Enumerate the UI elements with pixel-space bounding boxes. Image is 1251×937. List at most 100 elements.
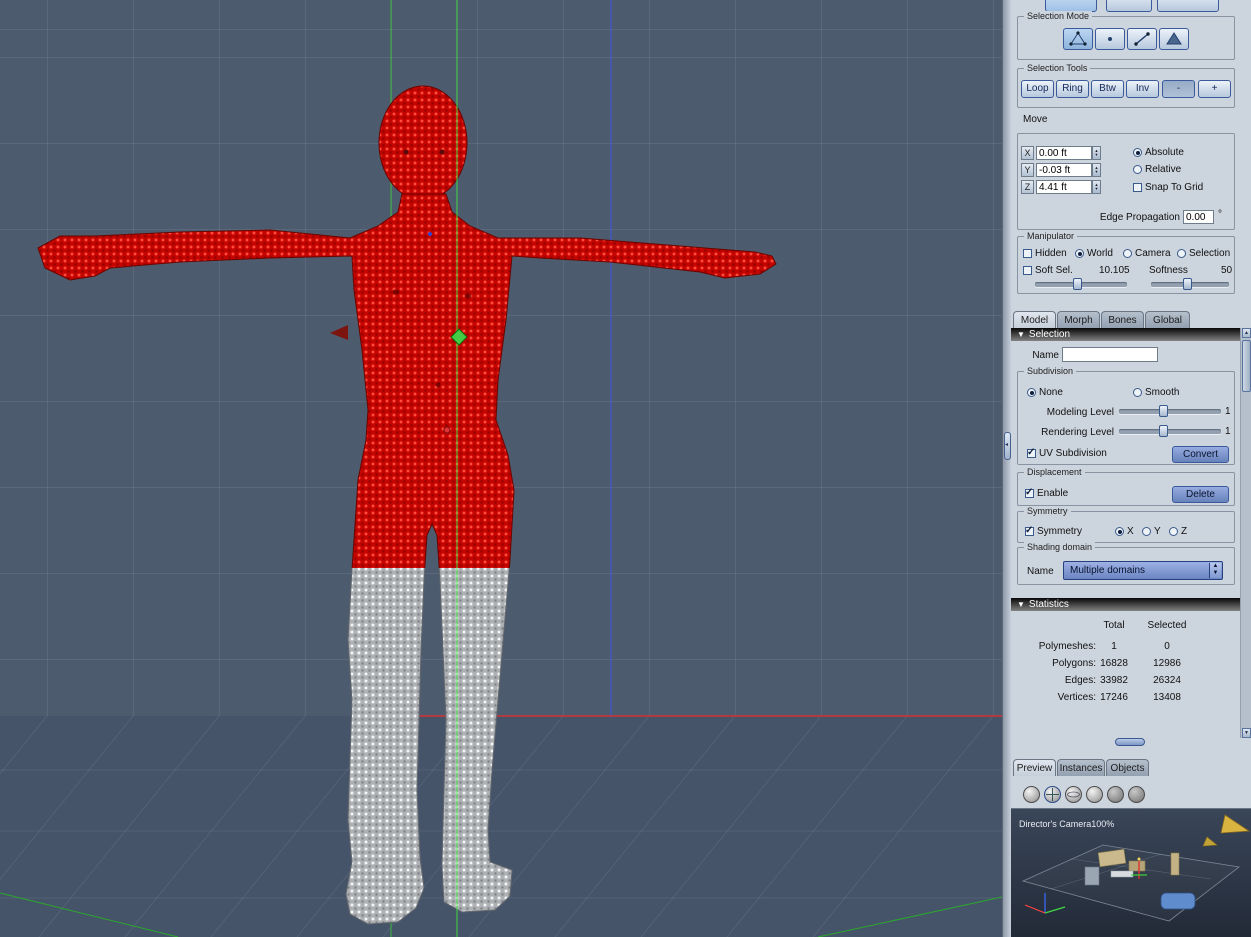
preview-viewport[interactable]: Director's Camera100% (1011, 808, 1251, 937)
panel-resize-handle[interactable] (1115, 738, 1145, 746)
splitter-collapse-handle[interactable] (1004, 432, 1011, 460)
selection-section-title: Selection (1028, 329, 1071, 340)
symmetry-z-radio[interactable] (1169, 527, 1178, 536)
selection-label: Selection (1189, 248, 1231, 259)
point-mode-button[interactable] (1095, 28, 1125, 50)
tab-bones[interactable]: Bones (1101, 311, 1144, 328)
relative-radio[interactable] (1133, 165, 1142, 174)
symmetry-title: Symmetry (1024, 506, 1071, 516)
stats-row-label: Polygons: (1052, 658, 1096, 669)
subdivision-smooth-radio[interactable] (1133, 388, 1142, 397)
between-button[interactable]: Btw (1091, 80, 1124, 98)
smooth-shaded-icon[interactable] (1128, 786, 1145, 803)
rendering-level-slider[interactable] (1119, 425, 1221, 437)
displacement-title: Displacement (1024, 467, 1085, 477)
selection-radio[interactable] (1177, 249, 1186, 258)
wireframe-sphere-icon[interactable] (1065, 786, 1082, 803)
displacement-delete-button[interactable]: Delete (1172, 486, 1229, 503)
panel-splitter[interactable] (1002, 0, 1011, 937)
shading-name-label: Name (1027, 566, 1054, 577)
move-z-spinner[interactable]: ▲ ▼ (1092, 180, 1101, 194)
edge-propagation-input[interactable] (1183, 210, 1214, 224)
statistics-title: Statistics (1028, 599, 1069, 610)
soft-sel-value: 10.105 (1099, 265, 1130, 276)
shrink-selection-button[interactable]: - (1162, 80, 1195, 98)
flat-shaded-icon[interactable] (1086, 786, 1103, 803)
stats-row-selected: 12986 (1153, 658, 1181, 669)
move-y-input[interactable] (1036, 163, 1092, 177)
axis-y-label: Y (1021, 163, 1034, 177)
uv-subdivision-label: UV Subdivision (1039, 448, 1107, 459)
preview-blue-object (1160, 892, 1196, 910)
soft-sel-slider[interactable] (1035, 278, 1127, 290)
scroll-up-arrow-icon[interactable]: ▲ (1242, 328, 1251, 338)
rendering-level-value: 1 (1225, 426, 1231, 437)
symmetry-y-radio[interactable] (1142, 527, 1151, 536)
panel-scrollbar[interactable]: ▲ ▼ (1240, 328, 1251, 738)
toolbar-partial-button-2[interactable] (1106, 0, 1152, 12)
scroll-down-arrow-icon[interactable]: ▼ (1242, 728, 1251, 738)
viewport-overlay (0, 0, 1002, 937)
tab-morph[interactable]: Morph (1057, 311, 1100, 328)
symmetry-x-label: X (1127, 526, 1134, 537)
move-z-input[interactable] (1036, 180, 1092, 194)
symmetry-checkbox[interactable] (1025, 525, 1034, 536)
snap-to-grid-label: Snap To Grid (1145, 182, 1204, 193)
collapse-triangle-icon: ▼ (1017, 600, 1025, 609)
green-floor-line-right (817, 896, 1002, 937)
edge-propagation-label: Edge Propagation (1099, 212, 1180, 223)
soft-sel-checkbox[interactable] (1023, 266, 1032, 275)
ring-button[interactable]: Ring (1056, 80, 1089, 98)
axis-z-label: Z (1021, 180, 1034, 194)
stats-row-selected: 0 (1164, 641, 1170, 652)
move-y-spinner[interactable]: ▲ ▼ (1092, 163, 1101, 177)
uv-subdivision-checkbox[interactable] (1027, 447, 1036, 458)
orbit-camera-icon[interactable] (1023, 786, 1040, 803)
symmetry-x-radio[interactable] (1115, 527, 1124, 536)
vertex-modeler-panel: Selection Mode Selection Tools Loop Ring… (1011, 0, 1251, 937)
statistics-section-header[interactable]: ▼ Statistics (1011, 598, 1240, 611)
symmetry-label: Symmetry (1037, 526, 1082, 537)
axis-x-label: X (1021, 146, 1034, 160)
invert-button[interactable]: Inv (1126, 80, 1159, 98)
absolute-radio[interactable] (1133, 148, 1142, 157)
scrollbar-thumb[interactable] (1242, 340, 1251, 392)
world-radio[interactable] (1075, 249, 1084, 258)
tab-preview[interactable]: Preview (1013, 759, 1056, 776)
move-gizmo-icon[interactable] (1044, 786, 1061, 803)
stats-row-total: 17246 (1100, 692, 1128, 703)
selection-section-header[interactable]: ▼ Selection (1011, 328, 1240, 341)
move-x-spinner[interactable]: ▲ ▼ (1092, 146, 1101, 160)
tab-global[interactable]: Global (1145, 311, 1190, 328)
face-mode-button[interactable] (1159, 28, 1189, 50)
tab-objects[interactable]: Objects (1106, 759, 1149, 776)
vertex-mode-button[interactable] (1063, 28, 1093, 50)
grow-selection-button[interactable]: + (1198, 80, 1231, 98)
dropdown-scroll-icon[interactable]: ▲ ▼ (1209, 563, 1221, 578)
snap-to-grid-checkbox[interactable] (1133, 183, 1142, 192)
loop-button[interactable]: Loop (1021, 80, 1054, 98)
softness-slider[interactable] (1151, 278, 1229, 290)
tab-model[interactable]: Model (1013, 311, 1056, 328)
selection-tools-title: Selection Tools (1024, 63, 1091, 73)
tab-instances[interactable]: Instances (1057, 759, 1105, 776)
displacement-enable-checkbox[interactable] (1025, 487, 1034, 498)
stats-col-selected: Selected (1147, 620, 1187, 631)
modeling-level-slider[interactable] (1119, 405, 1221, 417)
convert-button[interactable]: Convert (1172, 446, 1229, 463)
3d-viewport[interactable] (0, 0, 1002, 937)
subdivision-none-radio[interactable] (1027, 388, 1036, 397)
camera-radio[interactable] (1123, 249, 1132, 258)
pivot-point[interactable] (443, 426, 451, 434)
stats-row-label: Vertices: (1057, 692, 1096, 703)
edge-mode-button[interactable] (1127, 28, 1157, 50)
subdivision-title: Subdivision (1024, 366, 1077, 376)
shading-domain-dropdown[interactable]: Multiple domains ▲ ▼ (1063, 561, 1223, 580)
name-input[interactable] (1062, 347, 1158, 362)
modeling-level-value: 1 (1225, 406, 1231, 417)
move-x-input[interactable] (1036, 146, 1092, 160)
cube-shaded-icon[interactable] (1107, 786, 1124, 803)
edge-mode-icon (1134, 32, 1150, 46)
toolbar-partial-button-3[interactable] (1157, 0, 1219, 12)
hidden-checkbox[interactable] (1023, 249, 1032, 258)
